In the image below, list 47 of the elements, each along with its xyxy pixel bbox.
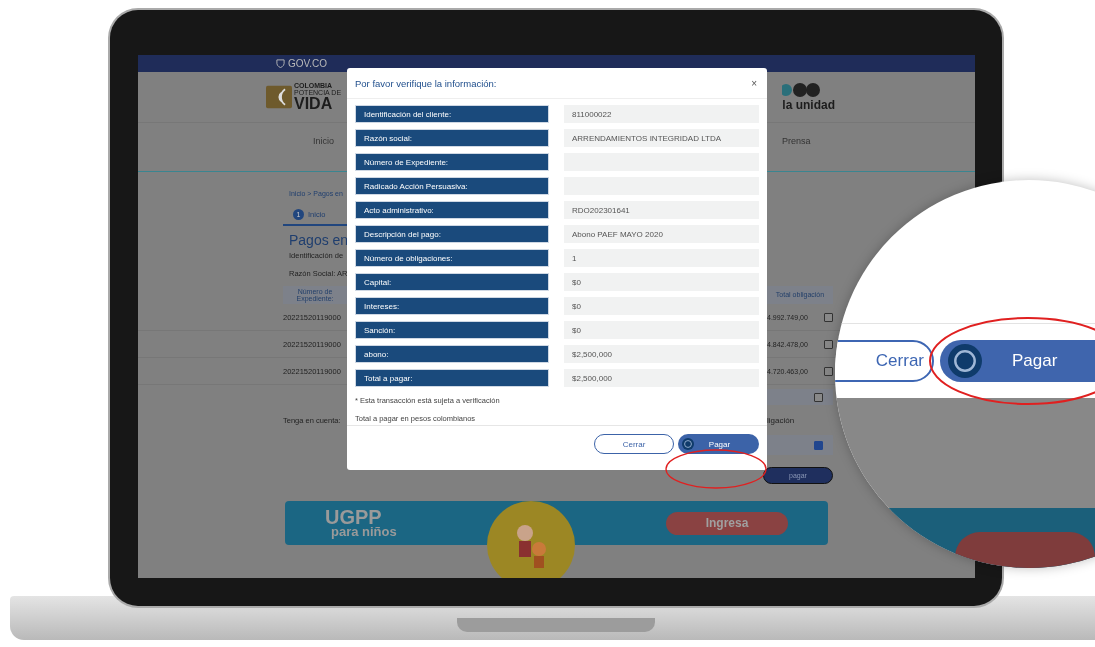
logo-icon	[266, 84, 292, 110]
checkbox[interactable]	[814, 392, 823, 402]
field-label: abono:	[355, 345, 549, 363]
field-label: Identificación del cliente:	[355, 105, 549, 123]
field-value: $2,500,000	[564, 345, 759, 363]
gov-label[interactable]: GOV.CO	[288, 58, 328, 69]
field-label: Intereses:	[355, 297, 549, 315]
field-value: $2,500,000	[564, 369, 759, 387]
field-label: Acto administrativo:	[355, 201, 549, 219]
partner-logo-text: la unidad	[782, 98, 835, 112]
field-label: Radicado Acción Persuasiva:	[355, 177, 549, 195]
checkbox[interactable]	[824, 366, 833, 376]
pay-button[interactable]: Pagar	[940, 340, 1095, 382]
dialog-title: Por favor verifique la información:	[355, 77, 497, 89]
field-value: 1	[564, 249, 759, 267]
field-label: Descripción del pago:	[355, 225, 549, 243]
field-value: Abono PAEF MAYO 2020	[564, 225, 759, 243]
field-label: Total a pagar:	[355, 369, 549, 387]
field-value: $0	[564, 321, 759, 339]
checkbox[interactable]	[814, 440, 823, 450]
field-label: Número de Expediente:	[355, 153, 549, 171]
close-button[interactable]: ×	[751, 77, 757, 89]
field-value: 811000022	[564, 105, 759, 123]
field-value: $0	[564, 297, 759, 315]
checkbox[interactable]	[824, 339, 833, 349]
partner-logo-icon	[782, 82, 823, 98]
page-heading: Pagos en	[289, 232, 349, 248]
field-value: $0	[564, 273, 759, 291]
close-button[interactable]: Cerrar	[594, 434, 674, 454]
field-label: Razón social:	[355, 129, 549, 147]
banner-subtitle: para niños	[330, 526, 397, 538]
checkbox[interactable]	[824, 312, 833, 322]
nav-link[interactable]: Prensa	[782, 136, 811, 146]
field-value: RDO202301641	[564, 201, 759, 219]
column-label: ligación	[767, 415, 796, 425]
logo-text: VIDA	[294, 96, 334, 112]
close-button[interactable]: Cerrar	[835, 340, 934, 382]
field-value: ARRENDAMIENTOS INTEGRIDAD LTDA	[564, 129, 759, 147]
field-label: Capital:	[355, 273, 549, 291]
pay-button[interactable]: Pagar	[678, 434, 759, 454]
shield-icon	[276, 59, 285, 68]
banner-title: UGPP	[325, 508, 382, 527]
pse-logo-icon	[948, 344, 982, 378]
field-label: Número de obligaciones:	[355, 249, 549, 267]
pse-logo-icon	[682, 438, 694, 450]
field-label: Sanción:	[355, 321, 549, 339]
nav-link[interactable]: Inicio	[313, 136, 334, 146]
